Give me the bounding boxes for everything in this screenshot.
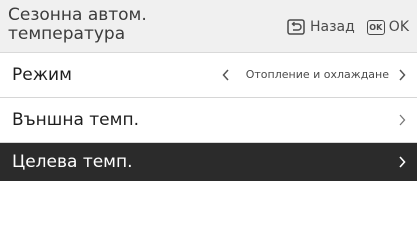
back-icon — [287, 19, 305, 35]
header-bar: Сезонна автом. температура Назад OK OK — [0, 0, 417, 53]
menu-item-label: Режим — [12, 65, 72, 85]
back-button[interactable]: Назад — [287, 19, 355, 35]
ok-label: OK — [388, 19, 409, 35]
back-label: Назад — [309, 19, 355, 35]
chevron-right-icon — [399, 114, 406, 126]
menu-item-label: Целева темп. — [12, 152, 133, 172]
menu-item-target-temp[interactable]: Целева темп. — [0, 143, 417, 181]
header-actions: Назад OK OK — [287, 17, 409, 37]
chevron-right-icon — [399, 156, 406, 168]
ok-button[interactable]: OK OK — [355, 19, 409, 35]
chevron-left-icon[interactable] — [221, 68, 231, 82]
menu-item-mode[interactable]: Режим Отопление и охлаждане — [0, 53, 417, 98]
page-title-line1: Сезонна автом. — [8, 5, 147, 25]
mode-value: Отопление и охлаждане — [245, 68, 389, 81]
menu-item-outdoor-temp[interactable]: Външна темп. — [0, 98, 417, 143]
chevron-right-icon[interactable] — [397, 68, 407, 82]
menu-item-label: Външна темп. — [12, 110, 139, 130]
settings-screen: Сезонна автом. температура Назад OK OK Р… — [0, 0, 417, 241]
page-title-line2: температура — [8, 24, 126, 44]
ok-icon: OK — [366, 19, 385, 35]
page-title: Сезонна автом. температура — [8, 6, 218, 44]
